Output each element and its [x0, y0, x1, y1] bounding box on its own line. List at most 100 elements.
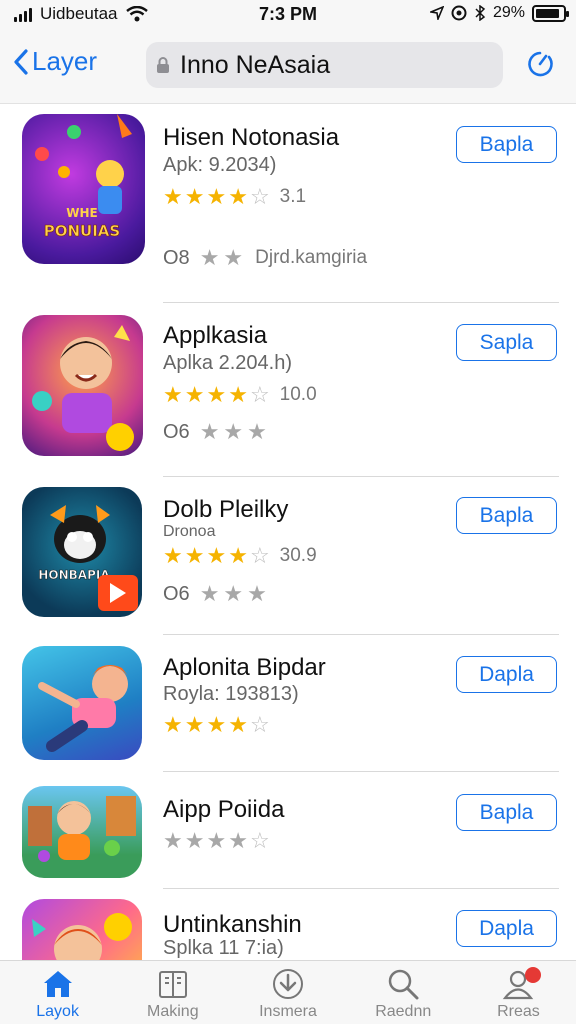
divider [163, 888, 559, 889]
app-subtitle: Dronoa [163, 523, 216, 540]
tab-label: Insmera [259, 1003, 317, 1020]
list-item[interactable]: Untinkanshin Splka 11 7:ia) Dapla [0, 891, 576, 960]
game-art-image: WHE PONUIAS [35, 114, 132, 240]
app-name: Aplonita Bipdar [163, 654, 326, 681]
tab-label: Raednn [375, 1003, 432, 1020]
app-icon[interactable]: WHE PONUIAS [22, 114, 145, 264]
star-icon: ☆ [249, 184, 270, 209]
search-icon [388, 969, 419, 1000]
game-art-image [38, 665, 128, 752]
star-icon: ★ [206, 184, 227, 209]
tab-raednn[interactable]: Raednn [346, 961, 461, 1024]
app-icon[interactable]: HONBAPIA [22, 487, 142, 617]
list-item[interactable]: Aplonita Bipdar Royla: 193813) ★ ★ ★ ★ ☆ Dap… [0, 634, 576, 774]
search-text: Inno NeAsaia [180, 50, 331, 79]
star-icon: ★ [228, 184, 248, 209]
game-art-image [28, 796, 136, 862]
battery-percent: 29% [492, 4, 525, 21]
back-button[interactable]: Layer [14, 46, 97, 77]
game-art-image [32, 913, 132, 960]
lock-rotation-icon [451, 5, 467, 21]
rating-count: 30.9 [279, 545, 317, 566]
get-button[interactable]: Sapla [456, 324, 557, 361]
get-button[interactable]: Bapla [456, 497, 557, 534]
home-icon [43, 971, 72, 997]
star-rating: ★ ★ ★ ★ ☆ 3.1 [163, 186, 306, 208]
tab-home[interactable]: Layok [0, 961, 115, 1024]
tab-label: Making [147, 1003, 199, 1020]
lock-icon [157, 57, 169, 73]
star-icon: ★ [163, 712, 183, 737]
star-icon: ★ [163, 828, 183, 853]
star-icon: ★ [163, 184, 183, 209]
tab-label: Rreas [497, 1003, 540, 1020]
list-item[interactable]: Aipp Poiida ★ ★ ★ ★ ☆ Bapla [0, 774, 576, 891]
chevron-left-icon [14, 48, 28, 75]
download-icon [273, 969, 303, 999]
app-meta: O6 ★ ★ ★ [163, 581, 267, 607]
app-name: Dolb Pleilky [163, 496, 289, 523]
rating-count: 3.1 [279, 186, 307, 207]
game-art-image [32, 325, 134, 451]
list-item[interactable]: Applkasia Aplka 2.204.h) ★ ★ ★ ★ ☆ 10.0 O6 ★ ★ ★… [0, 304, 576, 479]
star-icon: ☆ [249, 543, 270, 568]
star-rating: ★ ★ ★ ★ ☆ 10.0 [163, 384, 317, 406]
app-icon[interactable] [22, 646, 142, 760]
star-icon: ★ [199, 245, 220, 270]
tab-rreas[interactable]: Rreas [461, 961, 576, 1024]
star-icon: ★ [184, 712, 205, 737]
star-icon: ★ [228, 712, 248, 737]
star-icon: ★ [184, 543, 205, 568]
star-icon: ★ [199, 581, 220, 606]
meta-code: O8 [163, 246, 190, 269]
star-icon: ☆ [249, 712, 270, 737]
app-subtitle: Aplka 2.204.h) [163, 352, 292, 374]
get-button[interactable]: Bapla [456, 126, 557, 163]
status-bar: Uidbeutaa 7:3 PM 29% [0, 0, 576, 28]
star-icon: ★ [223, 419, 244, 444]
star-icon: ★ [206, 382, 227, 407]
divider [163, 476, 559, 477]
star-icon: ★ [184, 828, 205, 853]
svg-text:WHE: WHE [66, 206, 97, 220]
app-icon[interactable] [22, 786, 142, 878]
app-icon[interactable] [22, 899, 142, 960]
list-item[interactable]: HONBAPIA Dolb Pleilky Dronoa ★ ★ ★ ★ ☆ 30.9 O… [0, 479, 576, 635]
address-search-field[interactable]: Inno NeAsaia [146, 42, 503, 88]
star-icon: ★ [163, 543, 183, 568]
status-right: 29% [429, 4, 569, 22]
star-icon: ★ [228, 382, 248, 407]
location-icon [429, 6, 444, 20]
game-art-image: HONBAPIA [38, 505, 138, 611]
star-icon: ☆ [249, 382, 270, 407]
star-icon: ★ [223, 581, 244, 606]
back-label: Layer [32, 46, 98, 76]
app-name: Hisen Notonasia [163, 124, 340, 151]
app-icon[interactable] [22, 315, 143, 456]
navigation-bar: Layer Inno NeAsaia [0, 28, 576, 104]
app-subtitle: Royla: 193813) [163, 683, 299, 705]
get-button[interactable]: Dapla [456, 910, 557, 947]
battery-icon [532, 4, 569, 22]
app-name: Aipp Poiida [163, 796, 285, 823]
refresh-icon[interactable] [524, 48, 556, 80]
get-button[interactable]: Dapla [456, 656, 557, 693]
app-subtitle: Splka 11 7:ia) [163, 937, 284, 959]
app-meta: O6 ★ ★ ★ [163, 419, 267, 445]
star-icon: ★ [184, 382, 205, 407]
book-icon [158, 971, 187, 998]
star-rating: ★ ★ ★ ★ ☆ [163, 714, 270, 736]
star-icon: ☆ [249, 828, 270, 853]
meta-code: O6 [163, 420, 190, 443]
battery-fill [536, 8, 560, 18]
divider [163, 771, 559, 772]
tab-insmera[interactable]: Insmera [230, 961, 345, 1024]
tab-making[interactable]: Making [115, 961, 230, 1024]
list-item[interactable]: WHE PONUIAS Hisen Notonasia Apk: 9.2034)… [0, 104, 576, 304]
star-icon: ★ [199, 419, 220, 444]
star-icon: ★ [206, 828, 227, 853]
star-icon: ★ [163, 382, 183, 407]
app-meta: O8 ★ ★ Djrd.kamgiria [163, 245, 367, 271]
svg-text:PONUIAS: PONUIAS [44, 222, 120, 240]
get-button[interactable]: Bapla [456, 794, 557, 831]
